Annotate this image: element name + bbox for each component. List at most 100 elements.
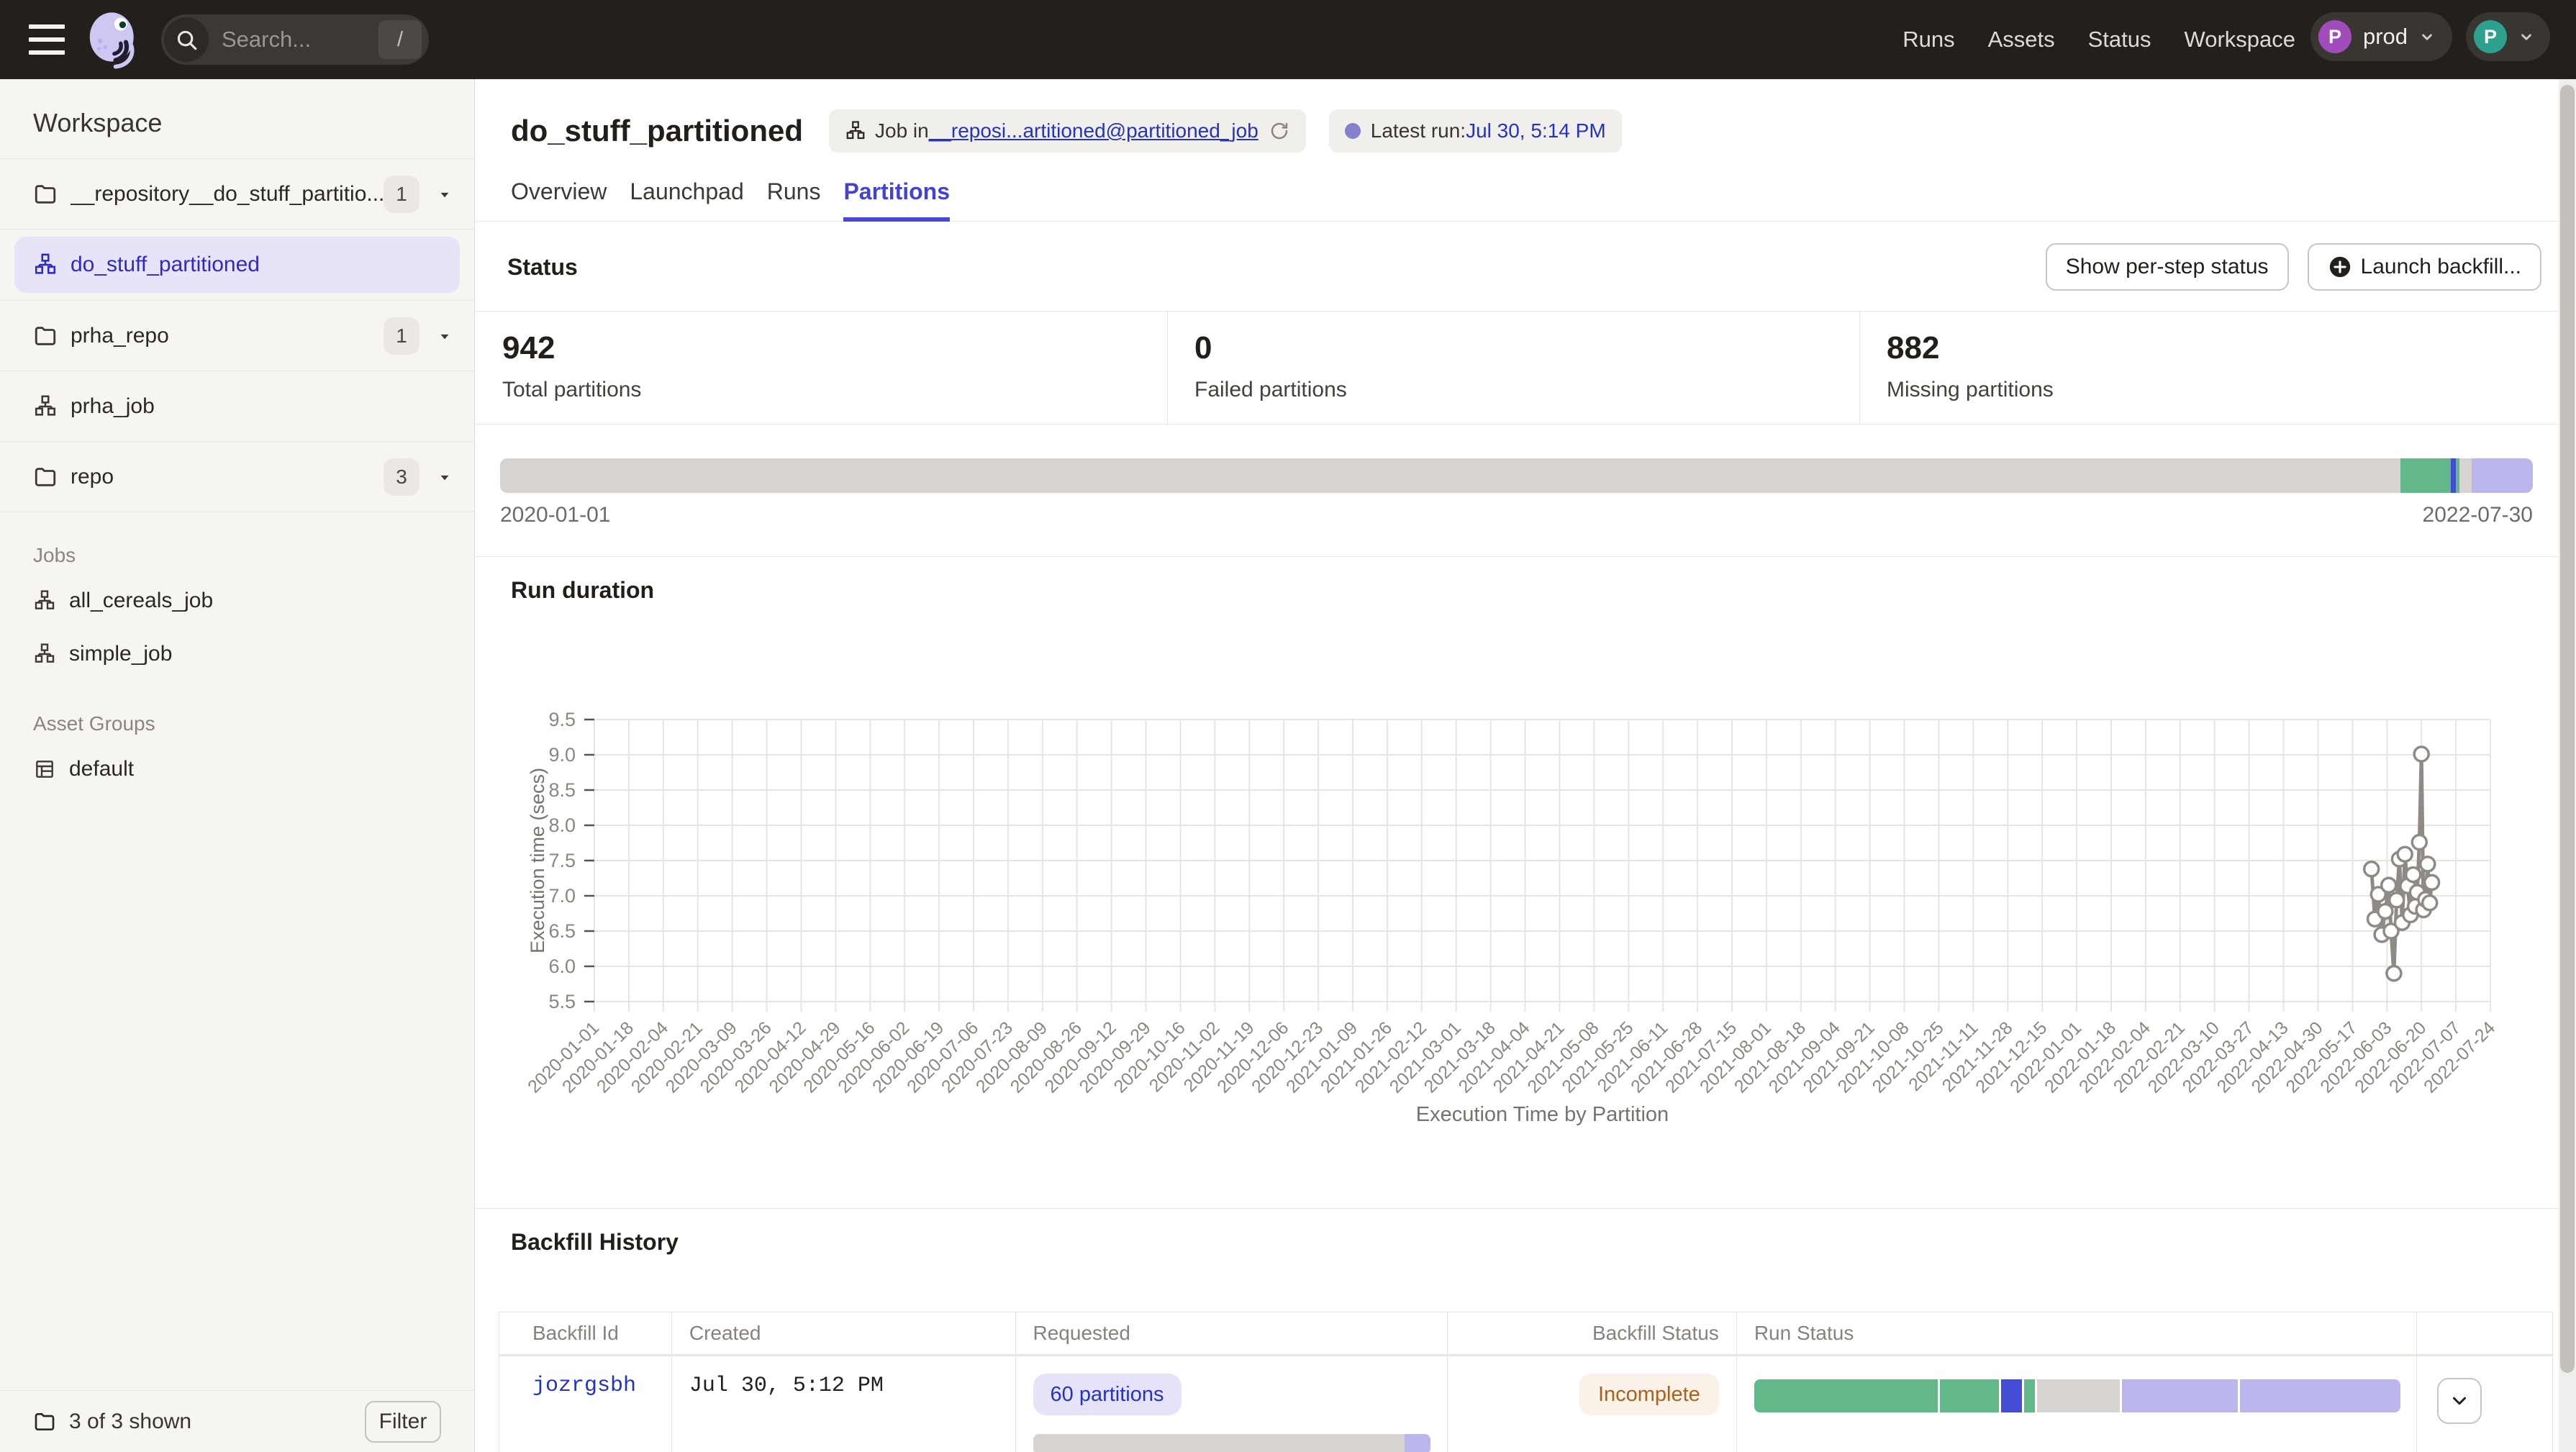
sidebar-item-prha-repo[interactable]: prha_repo1 [0,301,474,371]
sidebar-section-label: Asset Groups [0,681,474,743]
stat-value: 942 [502,330,1167,366]
menu-icon[interactable] [29,24,65,55]
caret-down-icon[interactable] [435,468,454,486]
stat-failed-partitions: 0Failed partitions [1168,312,1860,424]
sidebar-item-simple-job[interactable]: simple_job [0,627,474,681]
repos-shown-count: 3 of 3 shown [69,1410,365,1434]
sidebar-item-label: simple_job [69,642,172,666]
status-heading: Status [507,254,578,281]
repo-count-badge: 1 [384,176,419,213]
deployment-avatar: P [2318,20,2351,53]
job-badge-prefix: Job in [875,119,929,142]
partition-status-bar[interactable] [500,458,2533,493]
latest-run-badge: Latest run: Jul 30, 5:14 PM [1329,109,1622,153]
tab-partitions[interactable]: Partitions [843,178,950,221]
svg-text:9.0: 9.0 [548,744,576,766]
folder-icon [33,1410,56,1433]
tab-overview[interactable]: Overview [511,178,607,221]
tab-launchpad[interactable]: Launchpad [630,178,743,221]
bar-segment-success [1940,1379,1999,1412]
sidebar-item--repository-do-stuff-partitio-[interactable]: __repository__do_stuff_partitio...1 [0,159,474,229]
search-input[interactable]: Search... / [161,14,429,65]
deployment-label: prod [2363,24,2408,50]
sidebar-title: Workspace [0,79,474,159]
bar-segment-success [2024,1379,2035,1412]
chevron-down-icon [2418,27,2436,46]
reload-icon[interactable] [1269,120,1290,142]
launch-backfill-button[interactable]: Launch backfill... [2308,243,2541,291]
partition-status-bar-wrap: 2020-01-01 2022-07-30 [476,425,2576,527]
column-header-backfill-status: Backfill Status [1448,1312,1737,1354]
requested-cell: 60 partitions 2020-01-01 2022-07-30 [1016,1356,1448,1452]
latest-run-prefix: Latest run: [1371,119,1466,142]
filter-button[interactable]: Filter [365,1401,441,1443]
scrollbar-thumb[interactable] [2560,85,2575,1373]
column-header-run-status: Run Status [1737,1312,2417,1354]
caret-down-icon[interactable] [435,327,454,345]
user-menu[interactable]: P [2466,12,2550,61]
backfill-id-link[interactable]: jozrgsbh [532,1374,636,1398]
bar-segment-queued [1405,1434,1430,1452]
sidebar-item-label: prha_repo [71,324,384,348]
job-icon [33,394,58,419]
job-repo-link[interactable]: __reposi...artitioned@partitioned_job [929,119,1258,142]
status-section-header: Status Show per-step status Launch backf… [476,222,2576,311]
bar-segment-queued [2122,1379,2238,1412]
bar-segment-primary [2451,458,2457,493]
partition-bar-range: 2020-01-01 2022-07-30 [500,503,2533,527]
sidebar-section-label: Jobs [0,512,474,574]
bar-segment-none [1033,1434,1405,1452]
run-status-bar[interactable] [1754,1379,2400,1412]
bar-segment-queued [2472,458,2533,493]
sidebar-section-list: Jobs all_cereals_job simple_job Asset Group… [0,512,474,796]
column-header-requested: Requested [1016,1312,1448,1354]
nav-link-assets[interactable]: Assets [1988,27,2055,53]
stat-missing-partitions: 882Missing partitions [1860,312,2576,424]
sidebar-item-repo[interactable]: repo3 [0,442,474,512]
repo-count-badge: 1 [384,317,419,355]
stat-label: Total partitions [502,378,1167,402]
expand-row-button[interactable] [2437,1378,2482,1424]
run-status-cell [1737,1356,2417,1452]
svg-text:9.5: 9.5 [548,709,576,730]
svg-text:6.5: 6.5 [548,920,576,942]
sidebar-item-prha-job[interactable]: prha_job [0,371,474,441]
page-header: do_stuff_partitioned Job in __reposi...a… [476,79,2576,153]
job-icon [33,589,56,612]
nav-link-status[interactable]: Status [2088,27,2151,53]
requested-progress-bar [1033,1434,1430,1452]
sidebar-item-label: repo [71,465,384,489]
nav-link-workspace[interactable]: Workspace [2185,27,2296,53]
created-cell: Jul 30, 5:12 PM [672,1356,1016,1452]
table-header-row: Backfill IdCreatedRequestedBackfill Stat… [499,1312,2552,1356]
run-duration-section: Run duration [476,556,2576,604]
backfill-history-table: Backfill IdCreatedRequestedBackfill Stat… [499,1312,2553,1452]
run-duration-heading: Run duration [511,577,2576,604]
row-actions-cell [2417,1356,2552,1452]
sidebar-item-do-stuff-partitioned[interactable]: do_stuff_partitioned [14,237,460,293]
latest-run-link[interactable]: Jul 30, 5:14 PM [1466,119,1606,142]
show-per-step-status-button[interactable]: Show per-step status [2046,243,2289,291]
deployment-switcher[interactable]: P prod [2310,12,2452,61]
dagster-logo-icon[interactable] [82,9,144,71]
nav-link-runs[interactable]: Runs [1902,27,1954,53]
caret-down-icon[interactable] [435,185,454,204]
sidebar-footer: 3 of 3 shown Filter [0,1390,474,1452]
workspace-sidebar: Workspace __repository__do_stuff_partiti… [0,79,475,1452]
tab-runs[interactable]: Runs [767,178,821,221]
sidebar-item-all-cereals-job[interactable]: all_cereals_job [0,574,474,627]
svg-text:5.5: 5.5 [548,991,576,1012]
topnav-links: Runs Assets Status Workspace [1902,0,2295,79]
job-source-badge: Job in __reposi...artitioned@partitioned… [829,109,1306,153]
page-scrollbar[interactable] [2559,79,2576,1452]
sidebar-item-label: all_cereals_job [69,589,213,613]
created-timestamp: Jul 30, 5:12 PM [689,1374,884,1398]
column-header-backfill-id: Backfill Id [499,1312,672,1354]
repo-count-badge: 3 [384,458,419,496]
svg-text:6.0: 6.0 [548,956,576,977]
backfill-history-section: Backfill History [476,1208,2576,1256]
requested-partitions-badge[interactable]: 60 partitions [1033,1374,1182,1415]
sidebar-item-label: prha_job [71,394,454,419]
sidebar-item-default[interactable]: default [0,743,474,796]
column-header-created: Created [672,1312,1016,1354]
